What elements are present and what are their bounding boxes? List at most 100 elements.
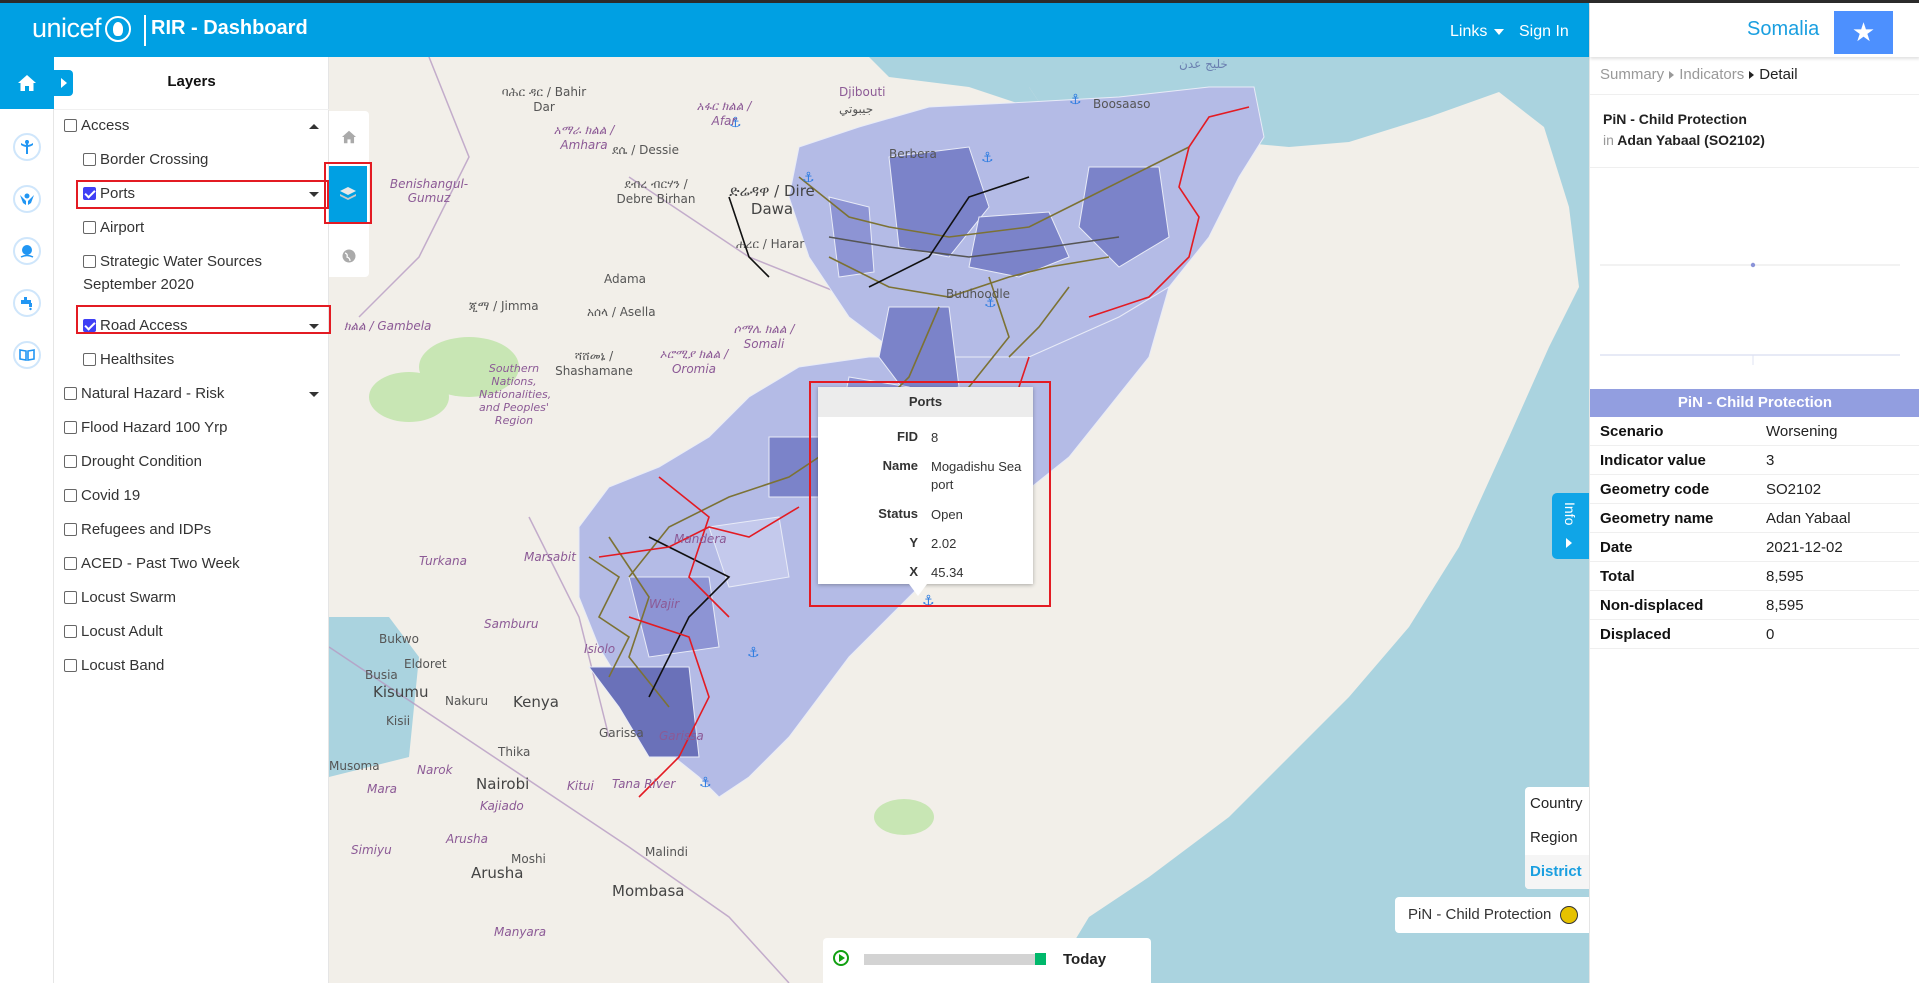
table-row: Total 8,595 bbox=[1590, 562, 1919, 591]
layer-label: Locust Adult bbox=[81, 623, 163, 640]
layer-item[interactable]: Airport bbox=[83, 219, 303, 236]
layer-checkbox[interactable] bbox=[83, 255, 96, 268]
caret-up-icon[interactable] bbox=[309, 124, 319, 129]
layer-item[interactable]: Refugees and IDPs bbox=[64, 521, 304, 538]
collapse-panel-button[interactable] bbox=[54, 70, 73, 96]
detail-panel-header: Somalia ★ bbox=[1590, 3, 1919, 57]
layer-checkbox[interactable] bbox=[83, 221, 96, 234]
layer-checkbox[interactable] bbox=[64, 489, 77, 502]
layer-item[interactable]: Strategic Water Sources bbox=[83, 253, 303, 270]
layer-label-continued: September 2020 bbox=[83, 276, 194, 293]
layer-label: Covid 19 bbox=[81, 487, 141, 504]
breadcrumb-summary[interactable]: Summary bbox=[1600, 66, 1664, 83]
breadcrumb-indicators[interactable]: Indicators bbox=[1679, 66, 1744, 83]
indicator-title: PiN - Child Protection bbox=[1603, 111, 1747, 127]
map-home-button[interactable] bbox=[329, 117, 369, 157]
layer-item[interactable]: Healthsites bbox=[83, 351, 303, 368]
map-label: Turkana bbox=[419, 554, 467, 568]
popup-field-value: 2.02 bbox=[931, 536, 957, 551]
layer-checkbox[interactable] bbox=[83, 153, 96, 166]
divider bbox=[1590, 167, 1919, 168]
popup-field-key: Name bbox=[882, 458, 918, 473]
nutrition-button[interactable] bbox=[12, 237, 41, 265]
layer-item[interactable]: Locust Swarm bbox=[64, 589, 304, 606]
layer-checkbox[interactable] bbox=[64, 421, 77, 434]
row-value: Worsening bbox=[1766, 423, 1838, 440]
caret-down-icon[interactable] bbox=[309, 192, 319, 197]
layer-checkbox[interactable] bbox=[83, 187, 96, 200]
layer-checkbox[interactable] bbox=[64, 557, 77, 570]
country-name[interactable]: Somalia bbox=[1747, 18, 1819, 41]
map-label: Kajiado bbox=[480, 799, 524, 813]
layer-item[interactable]: Access bbox=[64, 117, 304, 134]
layer-label: Locust Band bbox=[81, 657, 165, 674]
layer-item[interactable]: Locust Band bbox=[64, 657, 304, 674]
play-button[interactable] bbox=[833, 950, 849, 966]
layer-item[interactable]: ACED - Past Two Week bbox=[64, 555, 304, 572]
table-row: Indicator value 3 bbox=[1590, 446, 1919, 475]
map-label: Nairobi bbox=[476, 775, 530, 793]
links-dropdown[interactable]: Links bbox=[1450, 23, 1505, 41]
layer-checkbox[interactable] bbox=[64, 119, 77, 132]
row-value: 8,595 bbox=[1766, 597, 1804, 614]
layer-checkbox[interactable] bbox=[64, 387, 77, 400]
layer-checkbox[interactable] bbox=[64, 591, 77, 604]
row-value: SO2102 bbox=[1766, 481, 1822, 498]
table-row: Geometry name Adan Yabaal bbox=[1590, 504, 1919, 533]
map-label: Mombasa bbox=[612, 882, 685, 900]
basemap-button[interactable] bbox=[329, 236, 369, 276]
port-anchor-icon: ⚓ bbox=[1069, 92, 1082, 108]
map-layers-button[interactable] bbox=[329, 166, 367, 222]
health-button[interactable] bbox=[12, 133, 41, 161]
popup-title: Ports bbox=[818, 387, 1033, 417]
map-legend[interactable]: PiN - Child Protection bbox=[1395, 897, 1589, 933]
layer-checkbox[interactable] bbox=[83, 353, 96, 366]
layer-item[interactable]: Covid 19 bbox=[64, 487, 304, 504]
layer-label: Airport bbox=[100, 219, 145, 236]
home-button[interactable] bbox=[0, 57, 54, 109]
sector-icon-bar bbox=[0, 57, 54, 983]
timeline-slider-handle[interactable] bbox=[1035, 953, 1046, 965]
layer-item[interactable]: Road Access bbox=[83, 317, 303, 334]
education-button[interactable] bbox=[12, 341, 41, 369]
layer-item[interactable]: Ports bbox=[83, 185, 303, 202]
layer-item[interactable]: Flood Hazard 100 Yrp bbox=[64, 419, 304, 436]
location-name: Adan Yabaal (SO2102) bbox=[1617, 132, 1765, 148]
wash-button[interactable] bbox=[12, 289, 41, 317]
map-label: Berbera bbox=[889, 147, 937, 161]
layer-item[interactable]: Locust Adult bbox=[64, 623, 304, 640]
port-anchor-icon: ⚓ bbox=[747, 645, 760, 661]
layer-label: Ports bbox=[100, 185, 136, 202]
map-label: Wajir bbox=[649, 597, 680, 611]
level-region[interactable]: Region bbox=[1530, 829, 1578, 846]
layers-panel-title: Layers bbox=[167, 73, 216, 90]
row-key: Geometry name bbox=[1600, 510, 1714, 527]
book-icon bbox=[18, 349, 35, 361]
layer-checkbox[interactable] bbox=[64, 659, 77, 672]
map-label: Nakuru bbox=[445, 694, 489, 708]
timeline-slider[interactable] bbox=[864, 954, 1046, 965]
layer-item[interactable]: Natural Hazard - Risk bbox=[64, 385, 304, 402]
map-label: Garissa bbox=[599, 726, 644, 740]
caret-down-icon[interactable] bbox=[309, 392, 319, 397]
layer-checkbox[interactable] bbox=[64, 455, 77, 468]
layer-checkbox[interactable] bbox=[83, 319, 96, 332]
row-key: Indicator value bbox=[1600, 452, 1706, 469]
layer-checkbox[interactable] bbox=[64, 523, 77, 536]
layer-item[interactable]: Border Crossing bbox=[83, 151, 303, 168]
layer-checkbox[interactable] bbox=[64, 625, 77, 638]
sign-in-link[interactable]: Sign In bbox=[1519, 23, 1569, 41]
layer-item[interactable]: Drought Condition bbox=[64, 453, 304, 470]
country-flag-button[interactable]: ★ bbox=[1834, 11, 1893, 54]
map-label: Mandera bbox=[674, 532, 727, 546]
indicator-location: in Adan Yabaal (SO2102) bbox=[1603, 132, 1765, 148]
info-tab[interactable]: Info bbox=[1552, 493, 1589, 559]
map-label: አፋር ክልል / Afar bbox=[696, 99, 752, 128]
popup-field-value: Open bbox=[931, 507, 963, 522]
caret-down-icon[interactable] bbox=[309, 324, 319, 329]
child-protection-button[interactable] bbox=[12, 185, 41, 213]
unicef-logo[interactable]: unicef bbox=[32, 13, 132, 44]
map-label: ሐረር / Harar bbox=[736, 237, 805, 251]
level-district[interactable]: District bbox=[1530, 863, 1582, 880]
level-country[interactable]: Country bbox=[1530, 795, 1583, 812]
